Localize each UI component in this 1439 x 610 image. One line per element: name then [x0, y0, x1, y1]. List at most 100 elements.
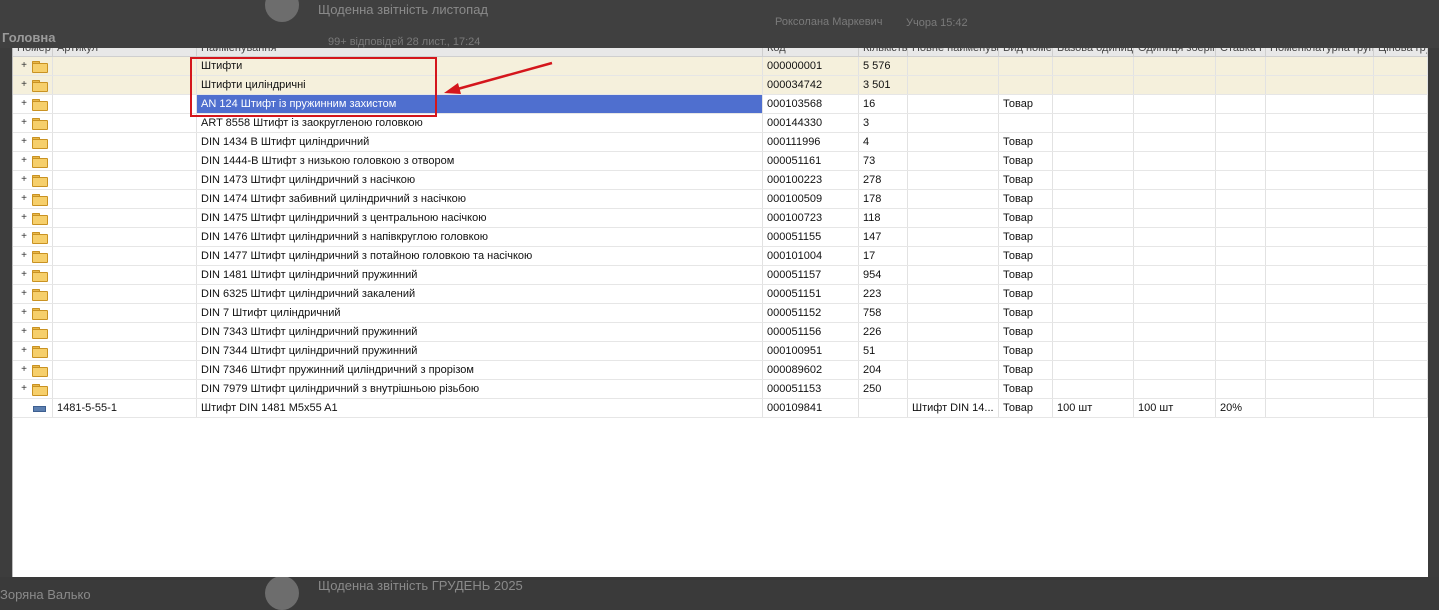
row-quantity-cell[interactable]: 250 — [859, 380, 908, 398]
row-nomenclature-group-cell[interactable] — [1266, 190, 1374, 208]
row-icon-cell[interactable]: + — [13, 114, 53, 132]
row-icon-cell[interactable]: + — [13, 304, 53, 322]
row-nomenclature-group-cell[interactable] — [1266, 95, 1374, 113]
table-row[interactable]: + DIN 1475 Штифт циліндричний з центральн… — [13, 209, 1428, 228]
table-row[interactable]: + DIN 7979 Штифт циліндричний з внутрішнь… — [13, 380, 1428, 399]
row-price-group-cell[interactable] — [1374, 380, 1428, 398]
column-header-nomenclature-group[interactable]: Номенклатурна група — [1266, 48, 1374, 56]
row-article-cell[interactable] — [53, 152, 197, 170]
row-article-cell[interactable] — [53, 361, 197, 379]
row-nomenclature-group-cell[interactable] — [1266, 380, 1374, 398]
row-vat-cell[interactable] — [1216, 209, 1266, 227]
row-name-cell[interactable]: Штифти циліндричні — [197, 76, 763, 94]
row-full-name-cell[interactable] — [908, 57, 999, 75]
row-code-cell[interactable]: 000051156 — [763, 323, 859, 341]
row-storage-unit-cell[interactable] — [1134, 152, 1216, 170]
row-base-unit-cell[interactable] — [1053, 133, 1134, 151]
row-kind-cell[interactable] — [999, 76, 1053, 94]
row-quantity-cell[interactable] — [859, 399, 908, 417]
row-vat-cell[interactable] — [1216, 228, 1266, 246]
row-article-cell[interactable] — [53, 76, 197, 94]
row-quantity-cell[interactable]: 73 — [859, 152, 908, 170]
column-header-vat[interactable]: Ставка ПДВ — [1216, 48, 1266, 56]
row-nomenclature-group-cell[interactable] — [1266, 228, 1374, 246]
row-article-cell[interactable] — [53, 95, 197, 113]
column-header-code[interactable]: Код — [763, 48, 859, 56]
row-full-name-cell[interactable] — [908, 228, 999, 246]
row-base-unit-cell[interactable] — [1053, 209, 1134, 227]
row-vat-cell[interactable] — [1216, 285, 1266, 303]
table-row[interactable]: + ART 8558 Штифт із заокругленою головкою… — [13, 114, 1428, 133]
row-nomenclature-group-cell[interactable] — [1266, 171, 1374, 189]
row-storage-unit-cell[interactable] — [1134, 247, 1216, 265]
row-base-unit-cell[interactable] — [1053, 152, 1134, 170]
row-full-name-cell[interactable] — [908, 95, 999, 113]
row-kind-cell[interactable]: Товар — [999, 399, 1053, 417]
row-code-cell[interactable]: 000034742 — [763, 76, 859, 94]
row-nomenclature-group-cell[interactable] — [1266, 76, 1374, 94]
row-nomenclature-group-cell[interactable] — [1266, 247, 1374, 265]
row-quantity-cell[interactable]: 223 — [859, 285, 908, 303]
row-quantity-cell[interactable]: 17 — [859, 247, 908, 265]
row-quantity-cell[interactable]: 758 — [859, 304, 908, 322]
table-row[interactable]: + DIN 1434 B Штифт циліндричний 000111996 4… — [13, 133, 1428, 152]
row-article-cell[interactable] — [53, 285, 197, 303]
row-kind-cell[interactable]: Товар — [999, 171, 1053, 189]
row-vat-cell[interactable] — [1216, 247, 1266, 265]
row-quantity-cell[interactable]: 16 — [859, 95, 908, 113]
row-code-cell[interactable]: 000051161 — [763, 152, 859, 170]
row-icon-cell[interactable]: + — [13, 190, 53, 208]
row-price-group-cell[interactable] — [1374, 133, 1428, 151]
row-quantity-cell[interactable]: 118 — [859, 209, 908, 227]
expand-icon[interactable]: + — [20, 174, 28, 186]
row-nomenclature-group-cell[interactable] — [1266, 57, 1374, 75]
row-icon-cell[interactable]: + — [13, 171, 53, 189]
row-storage-unit-cell[interactable] — [1134, 133, 1216, 151]
expand-icon[interactable]: + — [20, 364, 28, 376]
row-code-cell[interactable]: 000103568 — [763, 95, 859, 113]
row-name-cell[interactable]: DIN 1434 B Штифт циліндричний — [197, 133, 763, 151]
row-quantity-cell[interactable]: 51 — [859, 342, 908, 360]
table-row[interactable]: 1481-5-55-1 Штифт DIN 1481 M5x55 A1 000109… — [13, 399, 1428, 418]
column-header-full-name[interactable]: Повне найменування — [908, 48, 999, 56]
row-code-cell[interactable]: 000100723 — [763, 209, 859, 227]
row-nomenclature-group-cell[interactable] — [1266, 342, 1374, 360]
row-article-cell[interactable] — [53, 171, 197, 189]
row-vat-cell[interactable] — [1216, 323, 1266, 341]
row-kind-cell[interactable] — [999, 114, 1053, 132]
expand-icon[interactable]: + — [20, 117, 28, 129]
row-vat-cell[interactable] — [1216, 152, 1266, 170]
row-price-group-cell[interactable] — [1374, 399, 1428, 417]
row-storage-unit-cell[interactable] — [1134, 304, 1216, 322]
row-base-unit-cell[interactable] — [1053, 247, 1134, 265]
expand-icon[interactable]: + — [20, 231, 28, 243]
table-row[interactable]: + DIN 6325 Штифт циліндричний закалений 00… — [13, 285, 1428, 304]
row-article-cell[interactable] — [53, 266, 197, 284]
row-article-cell[interactable] — [53, 380, 197, 398]
row-name-cell[interactable]: DIN 1473 Штифт циліндричний з насічкою — [197, 171, 763, 189]
table-row[interactable]: + DIN 7343 Штифт циліндричний пружинний 00… — [13, 323, 1428, 342]
row-article-cell[interactable] — [53, 57, 197, 75]
row-vat-cell[interactable] — [1216, 57, 1266, 75]
row-code-cell[interactable]: 000144330 — [763, 114, 859, 132]
row-nomenclature-group-cell[interactable] — [1266, 152, 1374, 170]
row-name-cell[interactable]: DIN 1477 Штифт циліндричний з потайною г… — [197, 247, 763, 265]
row-storage-unit-cell[interactable] — [1134, 114, 1216, 132]
row-price-group-cell[interactable] — [1374, 323, 1428, 341]
row-full-name-cell[interactable] — [908, 285, 999, 303]
row-quantity-cell[interactable]: 4 — [859, 133, 908, 151]
row-quantity-cell[interactable]: 204 — [859, 361, 908, 379]
row-storage-unit-cell[interactable] — [1134, 209, 1216, 227]
row-full-name-cell[interactable] — [908, 342, 999, 360]
row-name-cell[interactable]: DIN 7346 Штифт пружинний циліндричний з … — [197, 361, 763, 379]
row-name-cell[interactable]: DIN 7979 Штифт циліндричний з внутрішньо… — [197, 380, 763, 398]
row-price-group-cell[interactable] — [1374, 171, 1428, 189]
row-storage-unit-cell[interactable] — [1134, 171, 1216, 189]
row-full-name-cell[interactable] — [908, 361, 999, 379]
row-price-group-cell[interactable] — [1374, 152, 1428, 170]
row-full-name-cell[interactable] — [908, 171, 999, 189]
row-code-cell[interactable]: 000089602 — [763, 361, 859, 379]
row-code-cell[interactable]: 000100223 — [763, 171, 859, 189]
row-code-cell[interactable]: 000109841 — [763, 399, 859, 417]
row-icon-cell[interactable]: + — [13, 57, 53, 75]
